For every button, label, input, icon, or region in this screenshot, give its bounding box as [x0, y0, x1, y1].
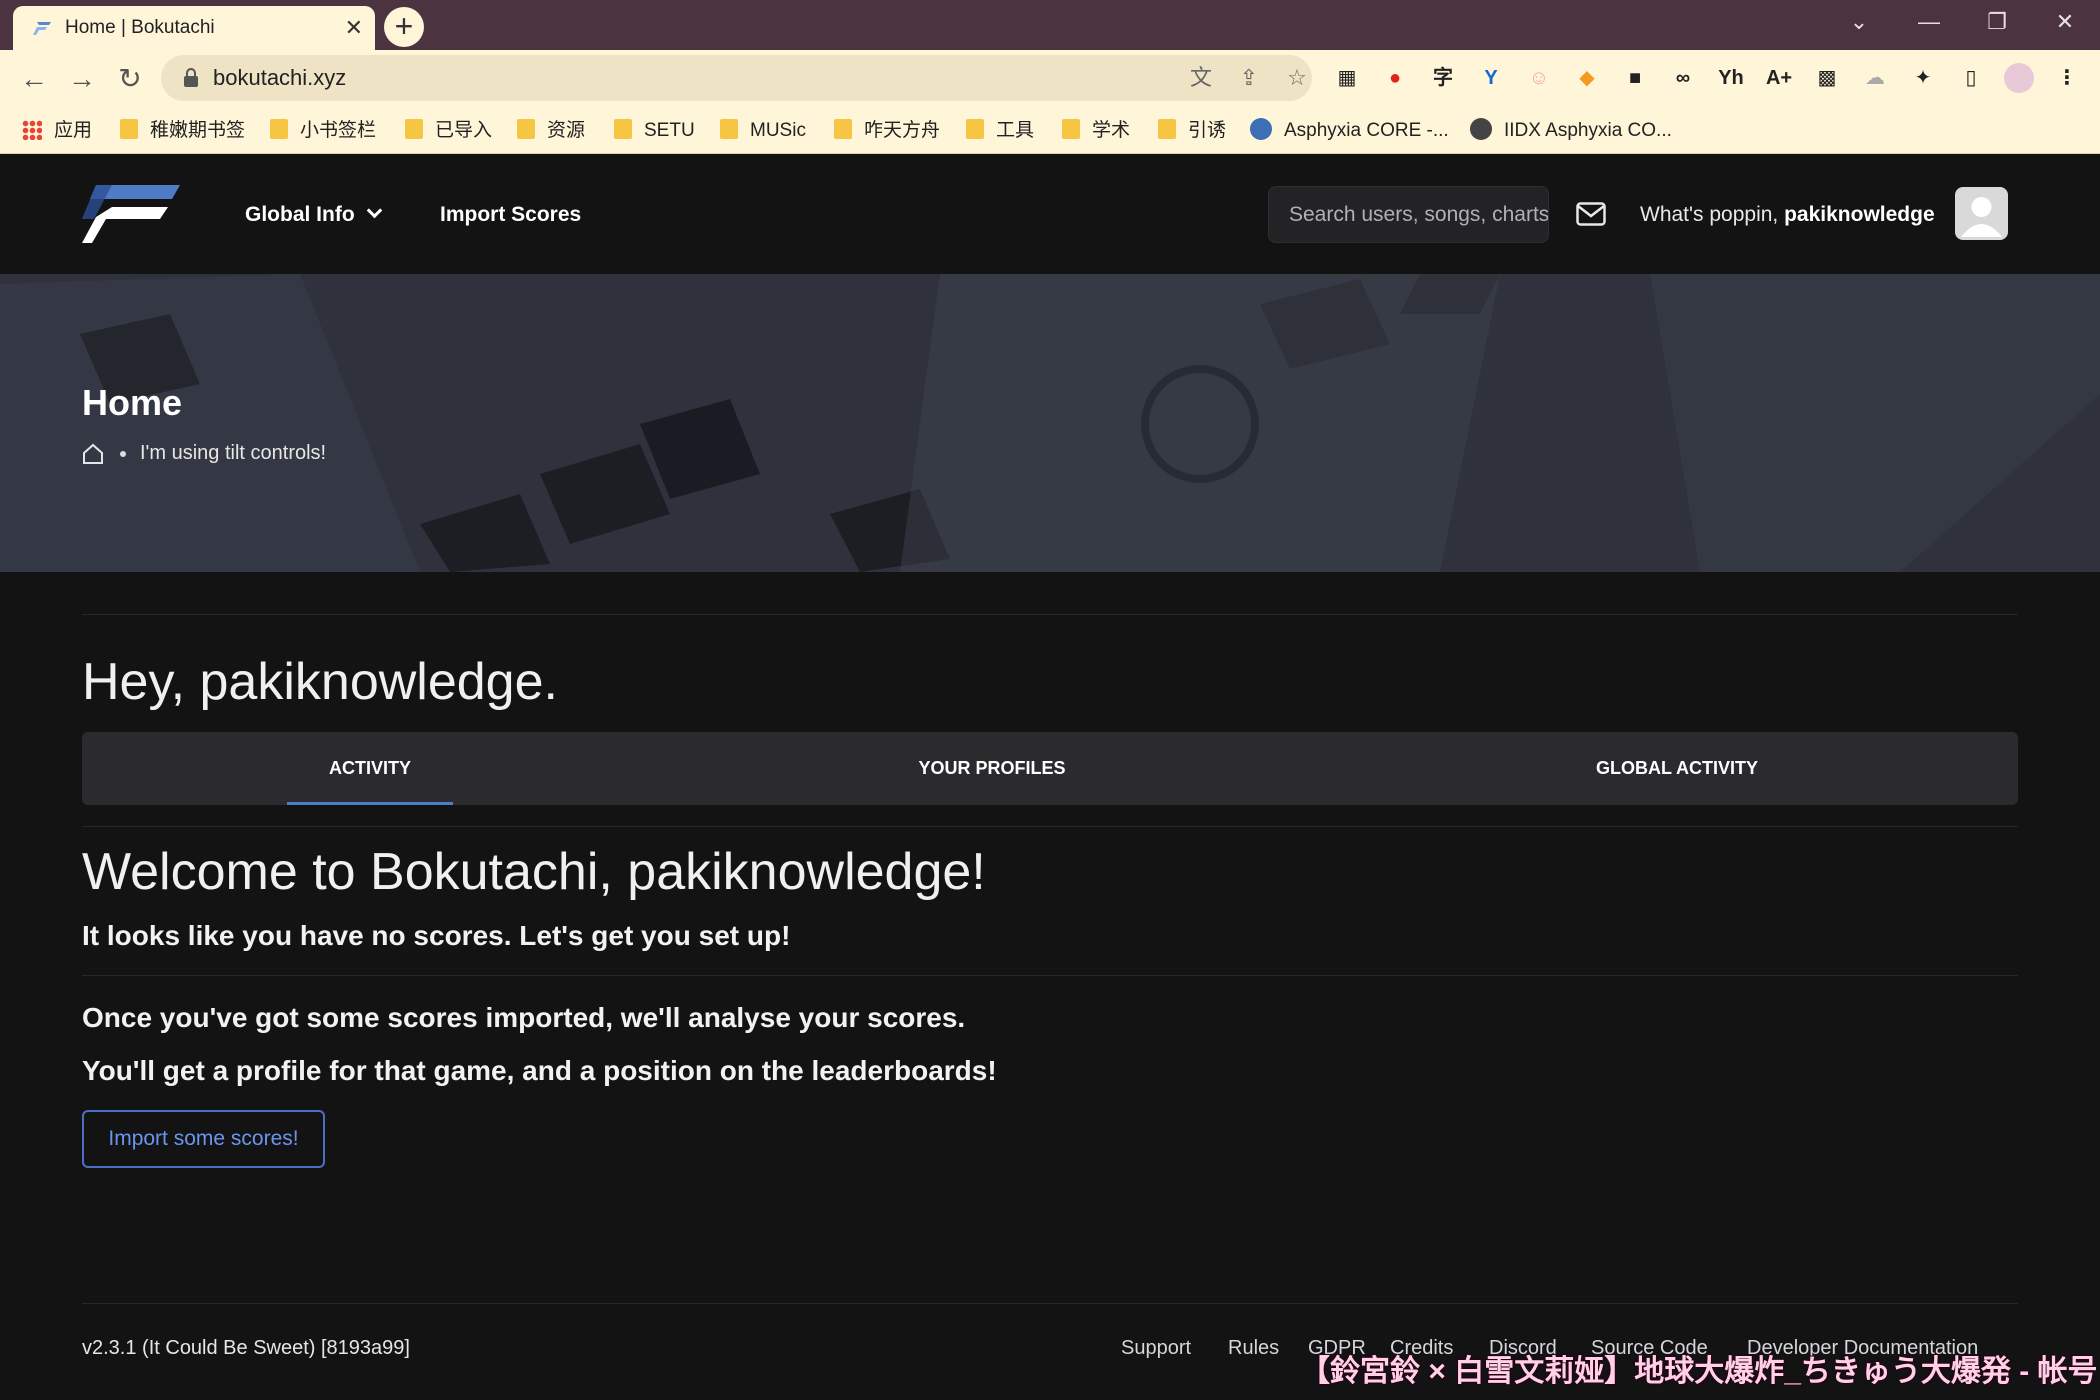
extension-pocket-icon[interactable]: ■ — [1620, 63, 1650, 93]
bookmark-star-icon[interactable]: ☆ — [1283, 64, 1311, 92]
bookmark-folder[interactable]: 稚嫩期书签 — [120, 108, 245, 154]
bookmark-folder[interactable]: 资源 — [517, 108, 585, 154]
extension-infinity-icon[interactable]: ∞ — [1668, 63, 1698, 93]
browser-toolbar: ← → ↻ bokutachi.xyz 文 ⇪ ☆ ▦ ● 字 Y ☺ ◆ ■ … — [0, 50, 2100, 108]
extension-opera-icon[interactable]: ● — [1380, 63, 1410, 93]
close-window-button[interactable]: ✕ — [2040, 0, 2090, 44]
taskbar-overlay-text: 【鈴宮鈴 × 白雪文莉娅】地球大爆炸_ちきゅう大爆発 - 帐号 — [1300, 1355, 2098, 1388]
welcome-heading: Welcome to Bokutachi, pakiknowledge! — [82, 843, 986, 901]
profile-avatar-icon[interactable] — [2004, 63, 2034, 93]
bookmark-folder[interactable]: 咋天方舟 — [834, 108, 940, 154]
folder-icon — [405, 119, 423, 139]
extension-v-icon[interactable]: Y — [1476, 63, 1506, 93]
extension-translate-icon[interactable]: 字 — [1428, 63, 1458, 93]
bookmark-apps[interactable]: 应用 — [22, 108, 92, 154]
browser-tab-strip: Home | Bokutachi ✕ + ⌄ — ❐ ✕ — [0, 0, 2100, 50]
breadcrumb: I'm using tilt controls! — [82, 442, 326, 465]
footer-divider — [82, 1303, 2018, 1304]
footer-link-rules[interactable]: Rules — [1228, 1337, 1279, 1360]
footer-link-support[interactable]: Support — [1121, 1337, 1191, 1360]
extension-qr-icon[interactable]: ▩ — [1812, 63, 1842, 93]
bokutachi-logo-icon[interactable] — [82, 183, 180, 245]
site-header: Global Info Import Scores What's poppin,… — [0, 155, 2100, 274]
share-icon[interactable]: ⇪ — [1235, 64, 1263, 92]
apps-grid-icon — [22, 120, 42, 140]
username: pakiknowledge — [1784, 203, 1935, 226]
address-bar[interactable]: bokutachi.xyz 文 ⇪ ☆ — [161, 55, 1312, 101]
breadcrumb-current: I'm using tilt controls! — [140, 442, 327, 464]
url-text[interactable]: bokutachi.xyz — [213, 55, 346, 101]
folder-icon — [614, 119, 632, 139]
side-panel-icon[interactable]: ▯ — [1956, 63, 1986, 93]
folder-icon — [270, 119, 288, 139]
version-text: v2.3.1 (It Could Be Sweet) [8193a99] — [82, 1337, 410, 1359]
back-arrow-icon[interactable]: ← — [12, 50, 56, 108]
forward-arrow-icon[interactable]: → — [60, 50, 104, 108]
folder-icon — [120, 119, 138, 139]
bookmarks-bar: 应用 稚嫩期书签 小书签栏 已导入 资源 SETU MUSic 咋天方舟 工具 … — [0, 108, 2100, 154]
tab-your-profiles[interactable]: YOUR PROFILES — [892, 732, 1092, 805]
folder-icon — [720, 119, 738, 139]
mail-icon[interactable] — [1576, 202, 1606, 226]
lock-icon — [184, 68, 198, 87]
dashboard-tabs: ACTIVITY YOUR PROFILES GLOBAL ACTIVITY — [82, 732, 2018, 805]
divider — [82, 614, 2018, 615]
extension-yh-icon[interactable]: Yh — [1716, 63, 1746, 93]
bookmark-folder[interactable]: 引诱 — [1158, 108, 1226, 154]
folder-icon — [1158, 119, 1176, 139]
extension-game-icon[interactable]: ▦ — [1332, 63, 1362, 93]
extension-font-size-icon[interactable]: A+ — [1764, 63, 1794, 93]
search-input[interactable] — [1268, 186, 1549, 243]
tab-close-icon[interactable]: ✕ — [345, 6, 363, 50]
bookmark-folder[interactable]: SETU — [614, 108, 695, 154]
tab-global-activity[interactable]: GLOBAL ACTIVITY — [1592, 732, 1762, 805]
import-scores-link[interactable]: Import Scores — [440, 155, 581, 274]
divider — [82, 975, 2018, 976]
page-title: Home — [82, 382, 183, 423]
info-line-1: Once you've got some scores imported, we… — [82, 1002, 966, 1033]
global-info-dropdown[interactable]: Global Info — [245, 155, 382, 274]
divider — [82, 826, 2018, 827]
bookmark-folder[interactable]: 小书签栏 — [270, 108, 376, 154]
page-hero: Home I'm using tilt controls! — [0, 274, 2100, 572]
bookmark-folder[interactable]: 工具 — [966, 108, 1034, 154]
translate-icon[interactable]: 文 — [1187, 64, 1215, 92]
user-greeting: What's poppin, pakiknowledge — [1640, 203, 1935, 226]
folder-icon — [517, 119, 535, 139]
tab-search-chevron-icon[interactable]: ⌄ — [1834, 0, 1884, 44]
bookmark-asphyxia-core[interactable]: Asphyxia CORE -... — [1250, 108, 1449, 154]
bookmark-folder[interactable]: 学术 — [1062, 108, 1130, 154]
bookmark-iidx-asphyxia[interactable]: IIDX Asphyxia CO... — [1470, 108, 1672, 154]
chevron-down-icon — [366, 202, 382, 219]
breadcrumb-separator — [120, 450, 126, 457]
extensions-puzzle-icon[interactable]: ✦ — [1908, 63, 1938, 93]
browser-menu-icon[interactable]: ⋮ — [2052, 63, 2082, 93]
extension-cloud-icon[interactable]: ☁ — [1860, 63, 1890, 93]
extension-shield-icon[interactable]: ◆ — [1572, 63, 1602, 93]
bookmark-folder[interactable]: 已导入 — [405, 108, 492, 154]
avatar[interactable] — [1955, 187, 2008, 240]
no-scores-text: It looks like you have no scores. Let's … — [82, 920, 791, 951]
tab-activity[interactable]: ACTIVITY — [287, 732, 453, 805]
extension-cat-icon[interactable]: ☺ — [1524, 63, 1554, 93]
browser-tab-active[interactable]: Home | Bokutachi ✕ — [13, 6, 375, 50]
user-avatar-icon — [1961, 197, 2002, 237]
reload-icon[interactable]: ↻ — [108, 50, 152, 108]
info-line-2: You'll get a profile for that game, and … — [82, 1055, 997, 1086]
minimize-button[interactable]: — — [1904, 0, 1954, 44]
restore-button[interactable]: ❐ — [1972, 0, 2022, 44]
folder-icon — [1062, 119, 1080, 139]
folder-icon — [966, 119, 984, 139]
hero-background-image — [0, 274, 2100, 572]
folder-icon — [834, 119, 852, 139]
bokutachi-favicon-icon — [33, 22, 51, 35]
globe-icon — [1250, 118, 1272, 140]
home-icon[interactable] — [82, 443, 104, 465]
dashboard-heading: Hey, pakiknowledge. — [82, 653, 558, 711]
import-scores-button[interactable]: Import some scores! — [82, 1110, 325, 1168]
tab-title: Home | Bokutachi — [65, 17, 215, 38]
globe-icon — [1470, 118, 1492, 140]
new-tab-button[interactable]: + — [384, 7, 424, 47]
bookmark-folder[interactable]: MUSic — [720, 108, 806, 154]
